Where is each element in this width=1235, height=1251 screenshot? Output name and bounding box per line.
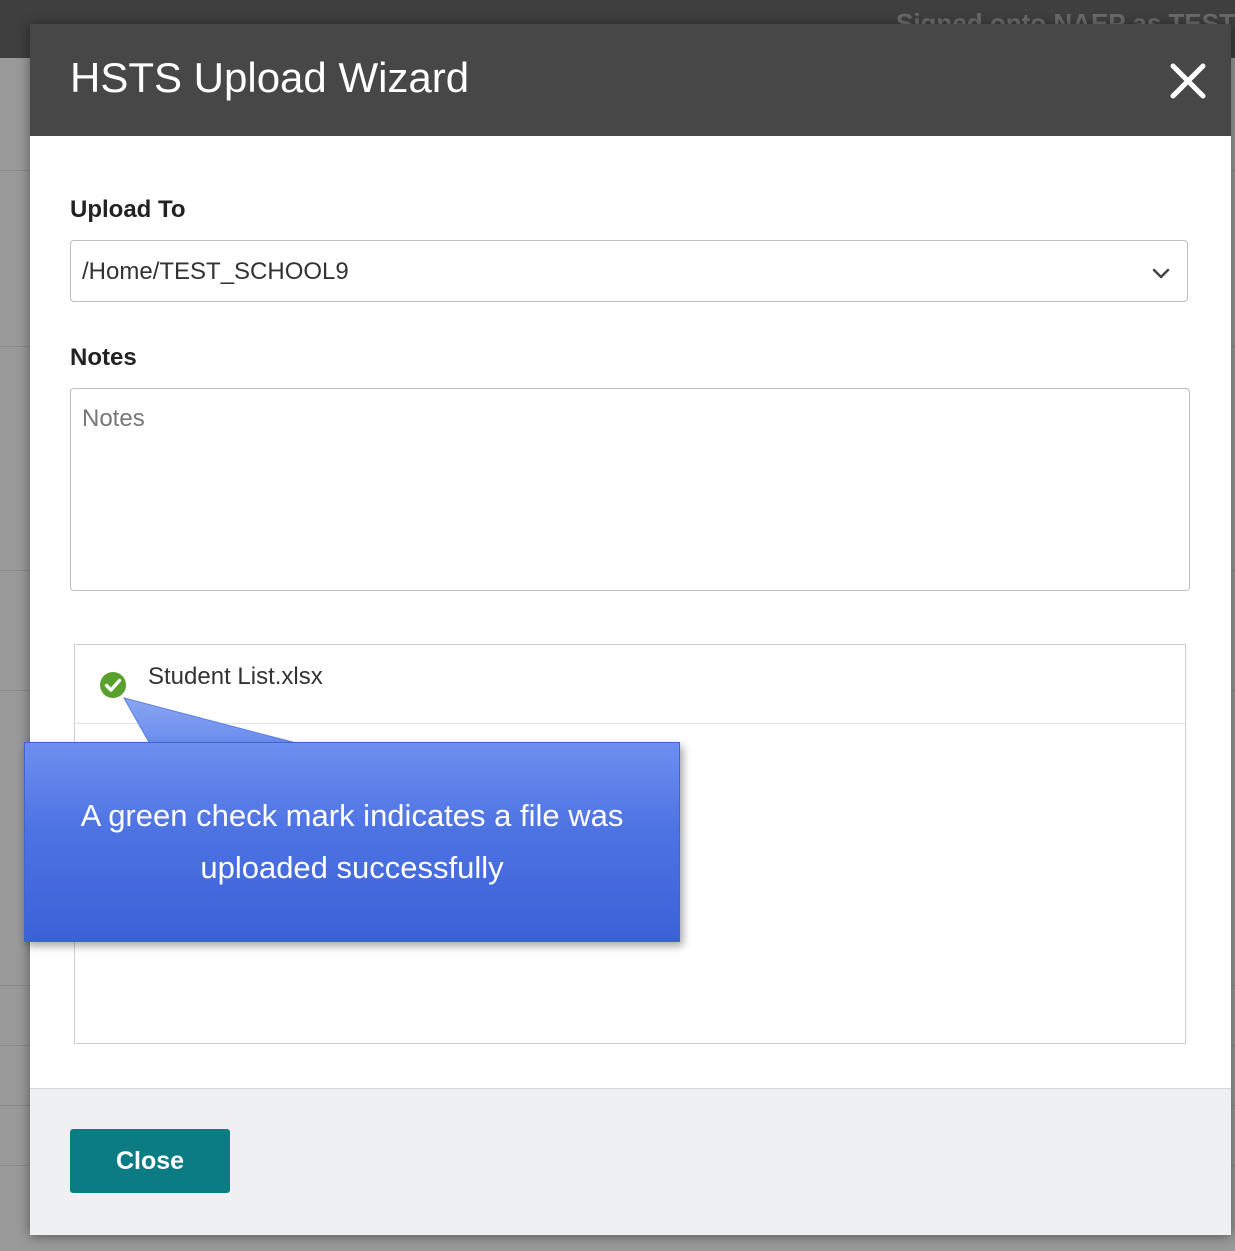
list-item: Student List.xlsx: [75, 645, 1185, 724]
check-circle-icon: [100, 672, 126, 698]
callout-box: A green check mark indicates a file was …: [24, 742, 680, 942]
modal-footer: Close: [30, 1088, 1231, 1235]
file-name: Student List.xlsx: [148, 663, 323, 690]
close-button[interactable]: Close: [70, 1129, 230, 1193]
notes-textarea[interactable]: [70, 388, 1190, 591]
modal-title: HSTS Upload Wizard: [70, 54, 470, 101]
close-icon[interactable]: [1163, 56, 1213, 106]
chevron-down-icon: [1152, 268, 1170, 279]
upload-to-label: Upload To: [70, 196, 186, 223]
upload-to-select[interactable]: /Home/TEST_SCHOOL9: [70, 240, 1188, 302]
upload-wizard-modal: HSTS Upload Wizard Upload To /Home/TEST_…: [30, 24, 1231, 1235]
upload-to-selected-value: /Home/TEST_SCHOOL9: [82, 258, 349, 285]
modal-header: HSTS Upload Wizard: [30, 24, 1231, 136]
notes-label: Notes: [70, 344, 137, 371]
callout-text: A green check mark indicates a file was …: [80, 798, 624, 885]
